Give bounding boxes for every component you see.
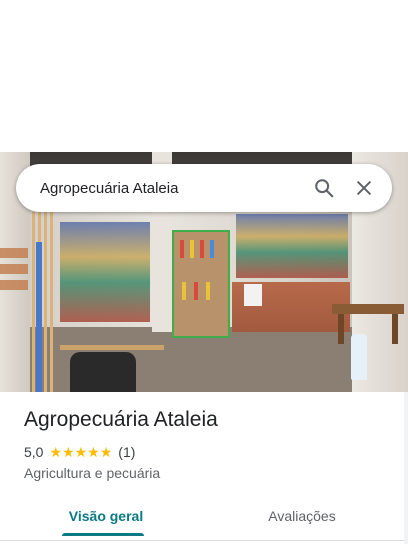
place-category[interactable]: Agricultura e pecuária xyxy=(24,465,160,481)
photo-counter-sign xyxy=(244,284,262,306)
close-icon xyxy=(357,181,371,195)
rating-value: 5,0 xyxy=(24,444,44,460)
photo-spray-bottle xyxy=(351,334,367,380)
place-tabs: Visão geral Avaliações xyxy=(0,496,408,536)
photo-grill xyxy=(70,352,136,392)
review-count-link[interactable]: (1) xyxy=(118,444,135,460)
photo-bench xyxy=(332,304,404,314)
photo-grill-handle xyxy=(60,345,164,350)
map-top-area xyxy=(0,0,408,152)
star-icon: ★ xyxy=(99,444,113,460)
search-icon xyxy=(315,179,334,198)
tabs-divider xyxy=(0,540,408,541)
search-bar[interactable]: Agropecuária Ataleia xyxy=(16,164,392,212)
place-title: Agropecuária Ataleia xyxy=(24,408,218,431)
star-icon: ★ xyxy=(74,444,88,460)
close-button[interactable] xyxy=(344,168,384,208)
search-button[interactable] xyxy=(304,168,344,208)
photo-shelf-right xyxy=(236,214,348,278)
star-icon: ★ xyxy=(62,444,75,460)
photo-hose xyxy=(36,242,42,392)
search-input[interactable]: Agropecuária Ataleia xyxy=(40,180,304,197)
rating-stars: ★ ★ ★ ★ ★ xyxy=(49,445,112,459)
photo-pegboard xyxy=(172,230,230,338)
star-icon: ★ xyxy=(49,444,63,460)
tab-reviews[interactable]: Avaliações xyxy=(256,496,348,536)
star-icon: ★ xyxy=(87,444,100,460)
scrollbar-track[interactable] xyxy=(404,392,408,544)
tab-overview[interactable]: Visão geral xyxy=(60,496,152,536)
tab-selected-indicator xyxy=(62,533,144,536)
rating-row[interactable]: 5,0 ★ ★ ★ ★ ★ (1) xyxy=(24,444,135,460)
photo-shelf-left xyxy=(60,222,150,322)
